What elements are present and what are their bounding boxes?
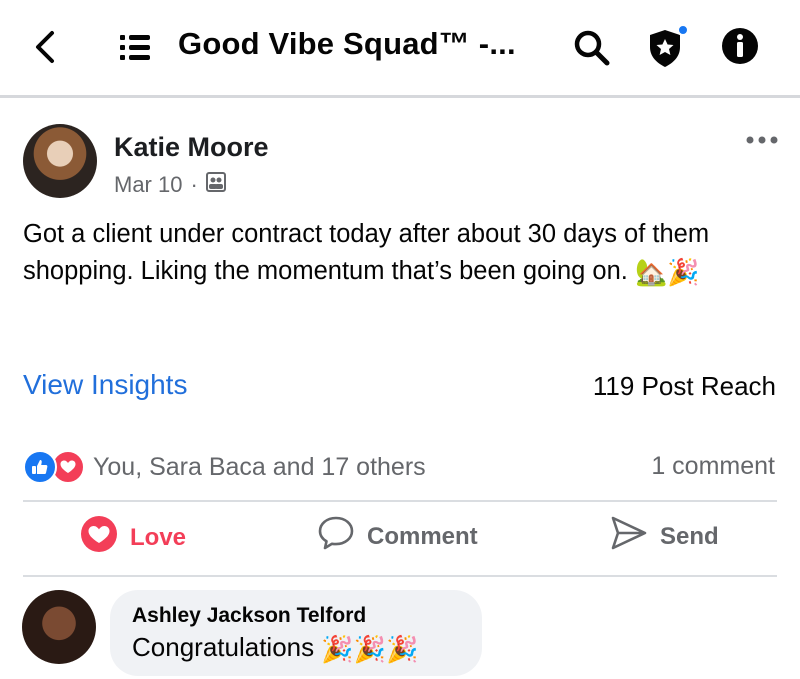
post-reach: 119 Post Reach bbox=[592, 371, 776, 401]
author-name[interactable]: Katie Moore bbox=[114, 132, 269, 163]
search-icon[interactable] bbox=[570, 26, 614, 70]
love-button[interactable]: Love bbox=[80, 515, 186, 560]
party-popper-emojis: 🎉🎉🎉 bbox=[321, 633, 419, 664]
send-button[interactable]: Send bbox=[610, 515, 719, 558]
comment-text: Congratulations 🎉🎉🎉 bbox=[132, 632, 418, 665]
comment-body: Congratulations bbox=[132, 632, 315, 662]
post-body-text: Got a client under contract today after … bbox=[23, 220, 710, 285]
group-members-icon bbox=[205, 172, 226, 198]
comment-button[interactable]: Comment bbox=[317, 515, 478, 558]
notification-dot bbox=[677, 24, 689, 36]
reactions-text: You, Sara Baca and 17 others bbox=[93, 452, 426, 481]
send-icon bbox=[610, 515, 648, 558]
commenter-name[interactable]: Ashley Jackson Telford bbox=[132, 604, 366, 628]
header-divider bbox=[0, 95, 800, 98]
house-emoji: 🏡 bbox=[634, 256, 668, 287]
post-date[interactable]: Mar 10 bbox=[114, 172, 182, 198]
love-icon bbox=[80, 515, 118, 560]
more-options-icon[interactable] bbox=[744, 130, 780, 150]
shield-star-icon[interactable] bbox=[640, 22, 690, 72]
menu-icon[interactable] bbox=[118, 28, 152, 66]
like-reaction-icon bbox=[23, 450, 57, 484]
send-label: Send bbox=[660, 522, 719, 550]
group-title[interactable]: Good Vibe Squad™ -... bbox=[178, 26, 516, 62]
post-body: Got a client under contract today after … bbox=[23, 216, 763, 291]
comment-icon bbox=[317, 515, 355, 558]
info-icon[interactable] bbox=[720, 26, 760, 66]
back-arrow-icon[interactable] bbox=[28, 28, 62, 66]
divider bbox=[23, 500, 777, 502]
divider bbox=[23, 575, 777, 577]
author-avatar[interactable] bbox=[23, 124, 97, 198]
post-meta: Mar 10 · bbox=[114, 172, 226, 198]
meta-separator: · bbox=[190, 172, 198, 197]
party-popper-emoji: 🎉 bbox=[667, 256, 700, 287]
comment-label: Comment bbox=[367, 522, 478, 550]
view-insights-link[interactable]: View Insights bbox=[23, 369, 187, 401]
commenter-avatar[interactable] bbox=[22, 590, 96, 664]
love-label: Love bbox=[130, 523, 187, 551]
top-bar: Good Vibe Squad™ -... bbox=[0, 0, 800, 96]
reactions-summary[interactable]: You, Sara Baca and 17 others bbox=[23, 450, 426, 484]
comment-count[interactable]: 1 comment bbox=[651, 452, 775, 481]
